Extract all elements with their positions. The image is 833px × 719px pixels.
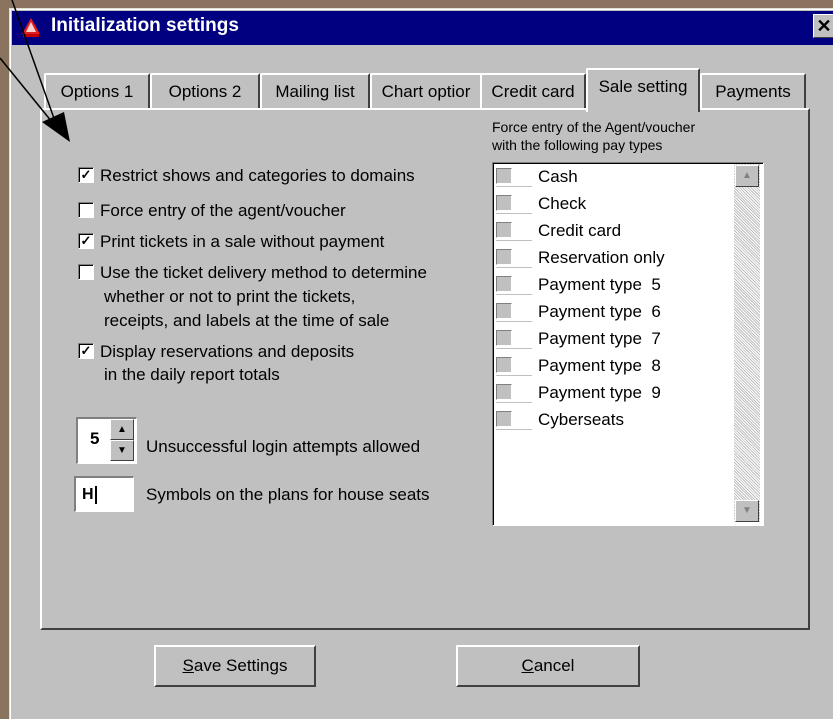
display-reservations-checkbox[interactable]: ✓ [78,343,94,359]
list-row-divider [496,429,532,430]
force-agent-checkbox[interactable] [78,202,94,218]
scroll-down-button[interactable]: ▼ [735,500,759,522]
pay-type-label: Payment type 9 [538,383,661,402]
login-attempts-label: Unsuccessful login attempts allowed [146,437,421,456]
pay-type-label: Check [538,194,587,213]
delivery-method-label-line2: whether or not to print the tickets, [104,287,356,306]
desktop-background [0,0,833,8]
list-row-divider [496,321,532,322]
print-without-payment-label: Print tickets in a sale without payment [100,232,385,251]
pay-types-header-line2: with the following pay types [492,137,663,153]
tab-payments[interactable]: Payments [700,73,806,110]
pay-type-checkbox[interactable] [496,330,512,346]
pay-type-checkbox[interactable] [496,168,512,184]
pay-type-checkbox[interactable] [496,249,512,265]
house-seats-symbol-value: H [82,486,94,503]
tab-mailing-list[interactable]: Mailing list [260,73,370,110]
cancel-label: ancel [533,656,575,675]
text-caret [94,485,97,504]
delivery-method-checkbox[interactable] [78,264,94,280]
list-row-divider [496,375,532,376]
pay-type-label: Payment type 5 [538,275,661,294]
login-attempts-value: 5 [90,429,100,448]
pay-type-checkbox[interactable] [496,222,512,238]
annotation-arrow [0,0,70,142]
pay-type-checkbox[interactable] [496,276,512,292]
pay-type-checkbox[interactable] [496,303,512,319]
list-row-divider [496,402,532,403]
scroll-up-button[interactable]: ▲ [735,165,759,187]
display-reservations-label-line2: in the daily report totals [104,365,280,384]
pay-type-checkbox[interactable] [496,195,512,211]
save-settings-button[interactable]: Save Settings [154,645,316,687]
house-seats-symbol-field[interactable]: H [74,476,134,512]
close-button[interactable]: ✕ [813,14,833,38]
delivery-method-label-line3: receipts, and labels at the time of sale [104,311,390,330]
print-without-payment-checkbox[interactable]: ✓ [78,233,94,249]
list-row-divider [496,240,532,241]
tab-chart-options[interactable]: Chart optior [370,73,482,110]
list-row-divider [496,267,532,268]
pay-type-label: Payment type 6 [538,302,661,321]
pay-type-checkbox[interactable] [496,384,512,400]
list-row-divider [496,186,532,187]
pay-type-label: Payment type 7 [538,329,661,348]
delivery-method-label-line1: Use the ticket delivery method to determ… [100,263,427,282]
list-row-divider [496,348,532,349]
list-row-divider [496,213,532,214]
pay-type-label: Cash [538,167,578,186]
cancel-button[interactable]: Cancel [456,645,640,687]
pay-type-label: Payment type 8 [538,356,661,375]
save-mnemonic: S [182,656,194,675]
tab-credit-card[interactable]: Credit card [480,73,586,110]
pay-types-scrollbar[interactable] [734,164,760,522]
list-row-divider [496,294,532,295]
pay-type-label: Cyberseats [538,410,624,429]
restrict-domains-label: Restrict shows and categories to domains [100,166,415,185]
pay-type-checkbox[interactable] [496,411,512,427]
spin-up-button[interactable]: ▲ [110,419,134,440]
cancel-mnemonic: C [521,656,534,675]
pay-type-label: Credit card [538,221,622,240]
house-seats-label: Symbols on the plans for house seats [146,485,430,504]
spin-down-button[interactable]: ▼ [110,440,134,461]
tab-sale-setting[interactable]: Sale setting [586,68,700,112]
save-label: ave Settings [193,656,288,675]
tab-options-2[interactable]: Options 2 [150,73,260,110]
pay-type-checkbox[interactable] [496,357,512,373]
display-reservations-label-line1: Display reservations and deposits [100,342,355,361]
pay-type-label: Reservation only [538,248,665,267]
pay-types-header-line1: Force entry of the Agent/voucher [492,119,696,135]
force-agent-label: Force entry of the agent/voucher [100,201,346,220]
